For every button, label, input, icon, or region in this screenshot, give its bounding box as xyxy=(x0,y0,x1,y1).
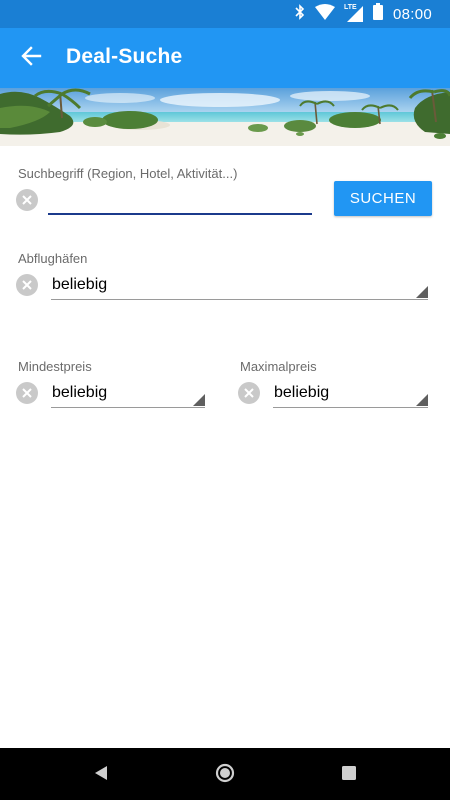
airports-value: beliebig xyxy=(52,276,108,293)
system-nav-bar xyxy=(0,748,450,800)
nav-back-button[interactable] xyxy=(90,764,112,786)
app-bar: Deal-Suche xyxy=(0,28,450,88)
back-button[interactable] xyxy=(14,41,48,75)
close-icon xyxy=(22,280,32,290)
clear-min-price-button[interactable] xyxy=(16,382,38,404)
dropdown-arrow-icon xyxy=(193,394,205,406)
page-title: Deal-Suche xyxy=(66,45,183,68)
dropdown-arrow-icon xyxy=(416,286,428,298)
arrow-back-icon xyxy=(20,45,42,72)
status-bar: LTE 08:00 xyxy=(0,0,450,28)
min-price-label: Mindestpreis xyxy=(18,359,92,374)
max-price-value: beliebig xyxy=(274,384,330,401)
max-price-label: Maximalpreis xyxy=(240,359,317,374)
close-icon xyxy=(22,388,32,398)
close-icon xyxy=(22,195,32,205)
bluetooth-icon xyxy=(295,3,305,25)
status-time: 08:00 xyxy=(392,5,432,23)
search-input[interactable] xyxy=(48,186,312,215)
battery-icon xyxy=(372,3,383,25)
nav-home-icon xyxy=(215,763,235,788)
search-button[interactable]: SUCHEN xyxy=(334,181,432,216)
nav-recents-button[interactable] xyxy=(338,764,360,786)
network-label: LTE xyxy=(343,4,357,11)
screen: LTE 08:00 Deal-Suche Suchbegriff (Region… xyxy=(0,0,450,800)
nav-home-button[interactable] xyxy=(214,763,236,788)
min-price-select[interactable]: beliebig xyxy=(51,382,205,408)
search-label: Suchbegriff (Region, Hotel, Aktivität...… xyxy=(18,166,238,181)
airports-label: Abflughäfen xyxy=(18,251,88,266)
min-price-value: beliebig xyxy=(52,384,108,401)
close-icon xyxy=(244,388,254,398)
airports-select[interactable]: beliebig xyxy=(51,274,428,300)
max-price-select[interactable]: beliebig xyxy=(273,382,428,408)
clear-search-button[interactable] xyxy=(16,189,38,211)
lte-signal-icon: LTE xyxy=(343,4,363,22)
beach-banner-image xyxy=(0,88,450,146)
clear-max-price-button[interactable] xyxy=(238,382,260,404)
nav-recents-icon xyxy=(342,765,356,785)
dropdown-arrow-icon xyxy=(416,394,428,406)
status-icons: LTE 08:00 xyxy=(295,3,432,25)
clear-airports-button[interactable] xyxy=(16,274,38,296)
wifi-icon xyxy=(314,3,335,25)
nav-back-icon xyxy=(93,765,109,786)
